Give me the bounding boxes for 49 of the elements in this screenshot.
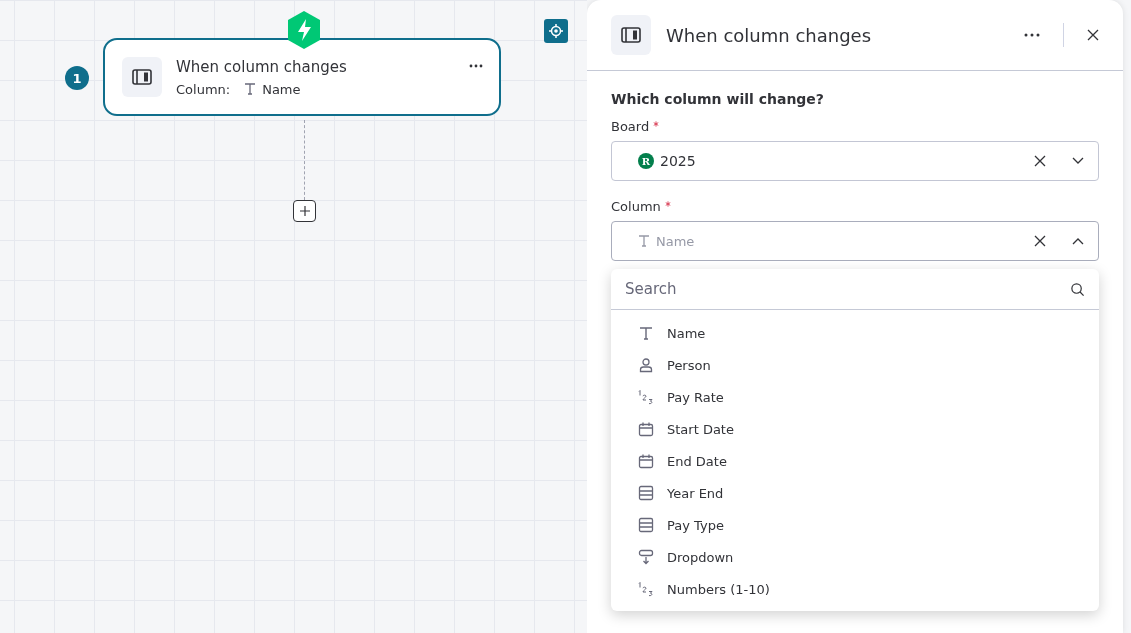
add-step-button[interactable] bbox=[293, 200, 316, 222]
field-label: Column bbox=[611, 199, 661, 214]
chevron-down-icon[interactable] bbox=[1072, 157, 1084, 165]
calendar-icon bbox=[637, 453, 655, 469]
dropdown-option[interactable]: Pay Type bbox=[611, 509, 1099, 541]
locate-button[interactable] bbox=[544, 19, 568, 43]
dropdown-option[interactable]: Name bbox=[611, 317, 1099, 349]
close-icon[interactable] bbox=[1087, 29, 1099, 41]
field-value: 2025 bbox=[660, 153, 697, 169]
search-field[interactable]: Search bbox=[625, 280, 1070, 298]
text-type-icon bbox=[638, 234, 650, 248]
chevron-up-icon[interactable] bbox=[1072, 237, 1084, 245]
text-type-icon bbox=[244, 82, 257, 96]
section-title: Which column will change? bbox=[611, 91, 825, 107]
field-label: Board bbox=[611, 119, 650, 134]
clear-icon[interactable] bbox=[1034, 155, 1046, 167]
dropdown-type-icon bbox=[637, 549, 655, 565]
numbers-icon bbox=[637, 389, 655, 405]
plus-icon bbox=[298, 205, 311, 217]
node-title: When column changes bbox=[176, 57, 348, 76]
column-icon bbox=[122, 57, 162, 97]
select-field[interactable]: R 2025 bbox=[611, 141, 1099, 181]
more-icon[interactable] bbox=[1024, 33, 1040, 37]
panel-title: When column changes bbox=[666, 24, 872, 46]
dropdown-option[interactable]: End Date bbox=[611, 445, 1099, 477]
step-number-badge: 1 bbox=[65, 66, 89, 90]
table-icon bbox=[637, 517, 655, 533]
person-icon bbox=[637, 357, 655, 373]
target-icon bbox=[548, 23, 564, 39]
trigger-node-card[interactable]: When column changes Column: Name bbox=[103, 38, 501, 116]
node-field-label: Column: bbox=[176, 81, 231, 97]
dropdown-option[interactable]: Start Date bbox=[611, 413, 1099, 445]
node-field-value: Name bbox=[262, 81, 301, 97]
lightning-trigger-icon bbox=[286, 10, 322, 50]
dropdown-option[interactable]: Year End bbox=[611, 477, 1099, 509]
dropdown-option[interactable]: Numbers (1-10) bbox=[611, 573, 1099, 605]
text-type-icon bbox=[637, 325, 655, 341]
dropdown-option[interactable]: Dropdown bbox=[611, 541, 1099, 573]
search-icon bbox=[1070, 281, 1085, 297]
calendar-icon bbox=[637, 421, 655, 437]
numbers-icon bbox=[637, 581, 655, 597]
column-icon bbox=[611, 15, 651, 55]
table-icon bbox=[637, 485, 655, 501]
dropdown-option[interactable]: Person bbox=[611, 349, 1099, 381]
board-badge: R bbox=[638, 153, 654, 169]
more-icon[interactable] bbox=[469, 64, 483, 68]
clear-icon[interactable] bbox=[1034, 235, 1046, 247]
field-value: Name bbox=[656, 233, 696, 249]
dropdown-option[interactable]: Pay Rate bbox=[611, 381, 1099, 413]
